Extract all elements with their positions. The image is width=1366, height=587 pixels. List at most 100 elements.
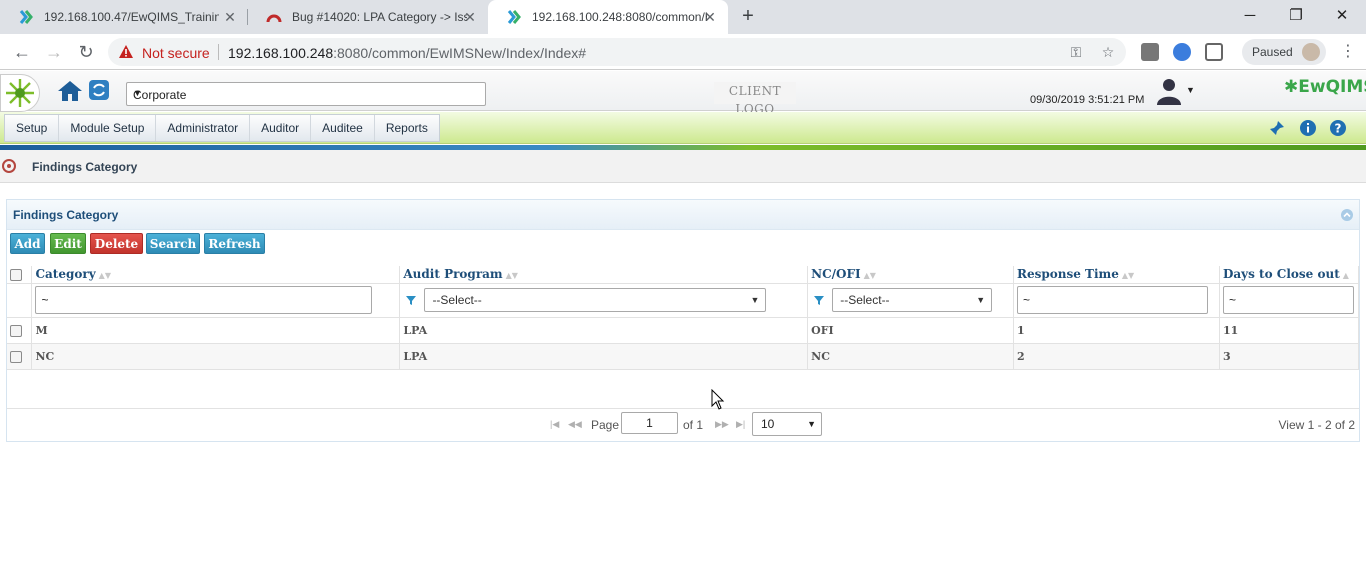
menu-auditee[interactable]: Auditee [311, 115, 375, 141]
svg-text:?: ? [1335, 122, 1342, 136]
collapse-panel-icon[interactable] [1341, 209, 1353, 221]
page-number-input[interactable]: 1 [621, 412, 678, 434]
select-value: --Select-- [840, 293, 890, 307]
column-header-nc-ofi[interactable]: NC/OFI ▲▼ [807, 266, 1014, 284]
pin-icon[interactable] [1268, 119, 1286, 137]
cell-category: M [31, 317, 401, 344]
close-tab-icon[interactable]: ✕ [222, 9, 238, 25]
response-time-filter-input[interactable]: ~ [1017, 286, 1208, 314]
close-tab-icon[interactable]: ✕ [702, 9, 718, 25]
table-row[interactable]: NC LPA NC 2 3 [7, 343, 1360, 370]
edit-button[interactable]: Edit [50, 233, 86, 254]
menu-administrator[interactable]: Administrator [156, 115, 251, 141]
column-header-category[interactable]: Category ▲▼ [31, 266, 401, 284]
column-label: NC/OFI [811, 267, 861, 282]
reload-icon[interactable]: ↻ [74, 40, 98, 64]
audit-program-filter-select[interactable]: --Select-- ▼ [424, 288, 767, 312]
close-window-icon[interactable]: ✕ [1330, 4, 1354, 28]
delete-button[interactable]: Delete [90, 233, 143, 254]
refresh-icon[interactable] [88, 79, 110, 101]
row-checkbox[interactable] [10, 324, 22, 337]
help-icon[interactable]: ? [1329, 119, 1347, 137]
profile-status: Paused [1252, 45, 1293, 59]
browser-toolbar: ← → ↻ Not secure 192.168.100.248:8080/co… [0, 34, 1366, 70]
address-bar[interactable]: Not secure 192.168.100.248:8080/common/E… [108, 38, 1126, 66]
breadcrumb-home-icon[interactable] [2, 159, 16, 173]
sort-icon: ▲▼ [1121, 270, 1135, 281]
search-button[interactable]: Search [146, 233, 200, 254]
not-secure-label[interactable]: Not secure [142, 45, 210, 61]
days-close-filter-input[interactable]: ~ [1222, 286, 1354, 314]
app-logo[interactable] [0, 74, 40, 112]
extension-search-icon[interactable] [1173, 43, 1191, 61]
dropdown-arrow-icon: ▼ [133, 88, 142, 98]
browser-menu-icon[interactable]: ⋮ [1340, 42, 1356, 62]
extension-g-icon[interactable] [1141, 43, 1159, 61]
refresh-button[interactable]: Refresh [204, 233, 265, 254]
menu-setup[interactable]: Setup [5, 115, 60, 141]
sort-icon: ▲▼ [98, 270, 111, 281]
pager: |◀ ◀◀ Page 1 of 1 ▶▶ ▶| 10 ▼ View 1 - 2 o… [7, 408, 1359, 442]
column-header-audit-program[interactable]: Audit Program ▲▼ [399, 266, 809, 284]
column-header-days-to-close[interactable]: Days to Close out ▲ [1219, 266, 1360, 284]
records-summary: View 1 - 2 of 2 [1278, 418, 1356, 432]
column-label: Audit Program [403, 267, 503, 282]
site-select[interactable]: Corporate ▼ [126, 82, 486, 106]
extension-doc-icon[interactable] [1205, 43, 1223, 61]
browser-tab-2[interactable]: Bug #14020: LPA Category -> Iss ✕ [248, 0, 488, 34]
home-icon[interactable] [56, 79, 84, 103]
add-button[interactable]: Add [10, 233, 45, 254]
back-arrow-icon[interactable]: ← [10, 40, 34, 64]
url-path: :8080/common/EwIMSNew/Index/Index# [333, 45, 587, 61]
cell-audit-program: LPA [399, 317, 809, 344]
menu-reports[interactable]: Reports [375, 115, 439, 141]
findings-category-table: Category ▲▼ Audit Program ▲▼ NC/OFI ▲▼ Resp… [7, 266, 1360, 370]
menu-module-setup[interactable]: Module Setup [59, 115, 157, 141]
page-size-select[interactable]: 10 ▼ [752, 412, 822, 436]
mouse-cursor-icon [711, 389, 725, 410]
cell-days-close: 11 [1219, 317, 1360, 344]
menu-auditor[interactable]: Auditor [250, 115, 312, 141]
next-page-icon[interactable]: ▶▶ [715, 419, 729, 430]
filter-cell-audit-program: --Select-- ▼ [399, 283, 809, 318]
main-menu-bar: Setup Module Setup Administrator Auditor… [0, 112, 1366, 144]
filter-cell-nc-ofi: --Select-- ▼ [807, 283, 1014, 318]
profile-button[interactable]: Paused [1242, 39, 1326, 65]
user-menu-caret-icon[interactable]: ▼ [1186, 85, 1195, 95]
table-row[interactable]: M LPA OFI 1 11 [7, 317, 1360, 344]
prev-page-icon[interactable]: ◀◀ [568, 419, 582, 430]
ewqims-favicon-icon [19, 10, 33, 24]
row-select-cell [7, 317, 33, 344]
nc-ofi-filter-select[interactable]: --Select-- ▼ [832, 288, 993, 312]
new-tab-button[interactable]: + [737, 6, 759, 28]
bookmark-star-icon[interactable]: ☆ [1100, 44, 1116, 60]
filter-funnel-icon[interactable] [405, 294, 417, 306]
url-text[interactable]: 192.168.100.248:8080/common/EwIMSNew/Ind… [228, 45, 586, 61]
user-avatar-icon[interactable] [1154, 76, 1184, 106]
row-checkbox[interactable] [10, 350, 22, 363]
restore-window-icon[interactable]: ❐ [1284, 4, 1308, 28]
cell-nc-ofi: NC [807, 343, 1014, 370]
filter-funnel-icon[interactable] [813, 294, 825, 306]
category-filter-input[interactable]: ~ [35, 286, 373, 314]
info-icon[interactable] [1299, 119, 1317, 137]
close-tab-icon[interactable]: ✕ [462, 9, 478, 25]
breadcrumb: Findings Category [0, 150, 1366, 183]
browser-tab-3-active[interactable]: 192.168.100.248:8080/common/E ✕ [488, 0, 728, 34]
column-header-response-time[interactable]: Response Time ▲▼ [1013, 266, 1220, 284]
client-logo: CLIENT LOGO [714, 82, 796, 116]
sort-icon: ▲ [1342, 270, 1349, 281]
filter-cell-empty [7, 283, 33, 318]
minimize-window-icon[interactable]: ─ [1238, 4, 1262, 28]
row-select-cell [7, 343, 33, 370]
cell-days-close: 3 [1219, 343, 1360, 370]
browser-tab-1[interactable]: 192.168.100.47/EwQIMS_Training ✕ [0, 0, 248, 34]
panel-title: Findings Category [13, 208, 119, 222]
column-label: Days to Close out [1222, 267, 1340, 282]
last-page-icon[interactable]: ▶| [736, 419, 745, 430]
first-page-icon[interactable]: |◀ [550, 419, 559, 430]
forward-arrow-icon[interactable]: → [42, 40, 66, 64]
profile-avatar [1302, 43, 1320, 61]
select-all-checkbox[interactable] [10, 268, 22, 281]
key-icon[interactable]: ⚿ [1068, 44, 1084, 60]
